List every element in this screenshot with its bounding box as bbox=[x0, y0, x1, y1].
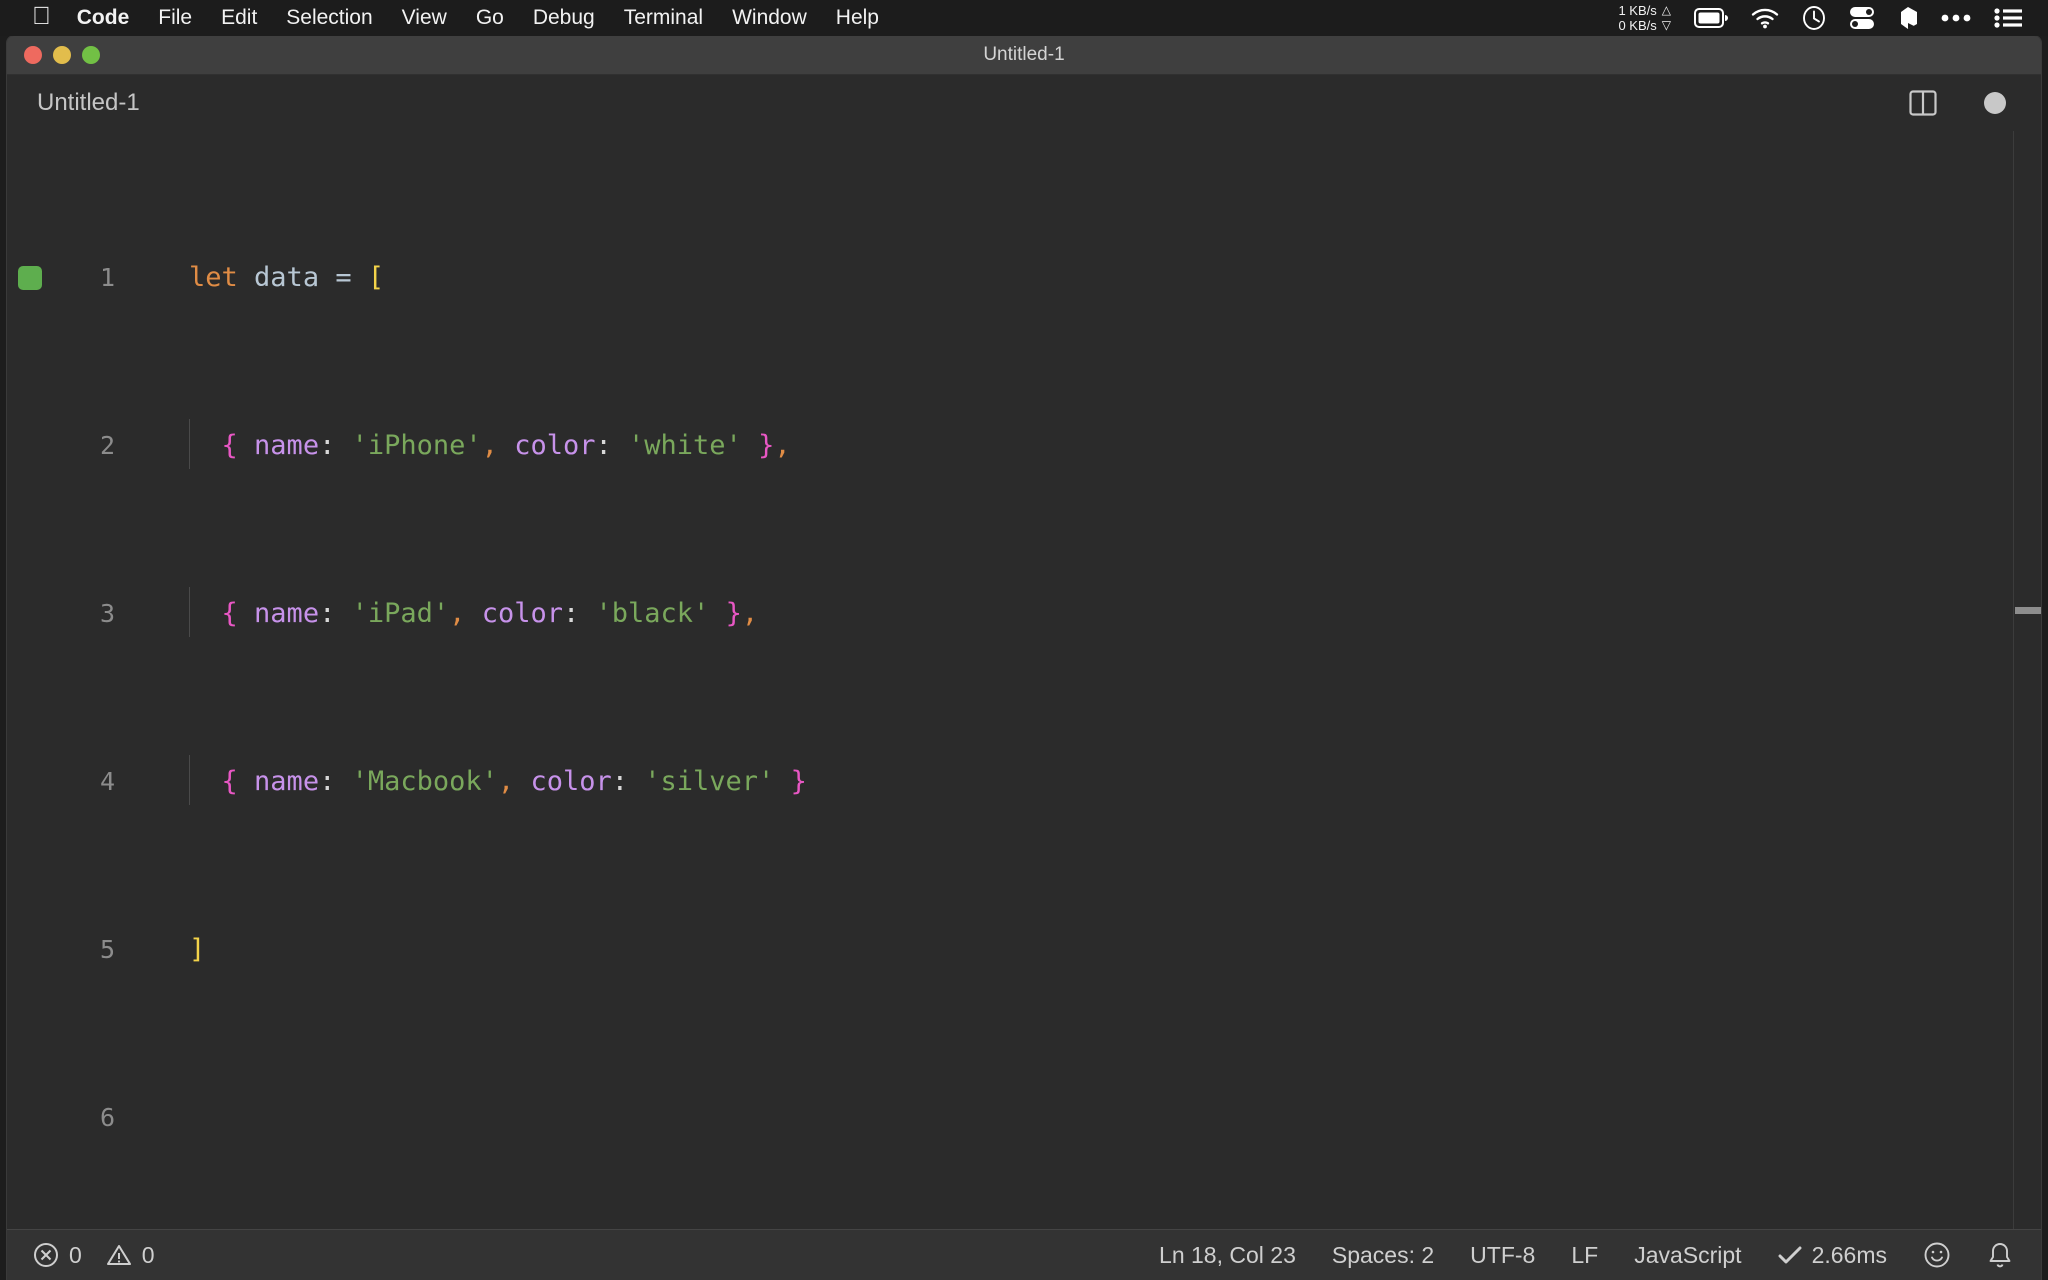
menu-item-edit[interactable]: Edit bbox=[221, 6, 257, 30]
apple-logo-icon[interactable]:  bbox=[32, 4, 51, 29]
overview-ruler-marker bbox=[2015, 607, 2041, 614]
code-line-4[interactable]: 4 { name: 'Macbook', color: 'silver' } bbox=[7, 761, 2041, 803]
menu-item-view[interactable]: View bbox=[402, 6, 447, 30]
bell-icon[interactable] bbox=[1987, 1241, 2013, 1269]
editor-overview-ruler[interactable] bbox=[2013, 131, 2041, 1229]
screen:  Code File Edit Selection View Go Debug… bbox=[0, 0, 2048, 1280]
line-number: 3 bbox=[7, 593, 137, 635]
editor-tab-label: Untitled-1 bbox=[37, 89, 140, 117]
editor-tab-untitled-1[interactable]: Untitled-1 bbox=[7, 75, 168, 131]
code-line-6[interactable]: 6 bbox=[7, 1097, 2041, 1139]
run-status[interactable]: 2.66ms bbox=[1778, 1242, 1887, 1269]
code-lines: 1 let data = [ 2 { name: 'iPhone', color… bbox=[7, 131, 2041, 1229]
split-editor-icon[interactable] bbox=[1908, 88, 1938, 118]
bartender-icon[interactable] bbox=[1898, 6, 1918, 30]
code-line-3[interactable]: 3 { name: 'iPad', color: 'black' }, bbox=[7, 593, 2041, 635]
checkmark-icon bbox=[1778, 1245, 1802, 1265]
code-line-1[interactable]: 1 let data = [ bbox=[7, 257, 2041, 299]
window-title: Untitled-1 bbox=[7, 44, 2041, 66]
line-number: 2 bbox=[7, 425, 137, 467]
vscode-window: Untitled-1 Untitled-1 bbox=[7, 36, 2041, 1280]
line-number: 5 bbox=[7, 929, 137, 971]
line-number: 4 bbox=[7, 761, 137, 803]
clock-icon[interactable] bbox=[1802, 6, 1826, 30]
line-content: { name: 'iPhone', color: 'white' }, bbox=[137, 425, 2041, 467]
code-editor[interactable]: 1 let data = [ 2 { name: 'iPhone', color… bbox=[7, 131, 2041, 1229]
line-content: ] bbox=[137, 929, 2041, 971]
download-arrow-icon: ▽ bbox=[1662, 18, 1671, 33]
upload-arrow-icon: △ bbox=[1662, 3, 1671, 18]
menu-item-go[interactable]: Go bbox=[476, 6, 504, 30]
menu-item-file[interactable]: File bbox=[158, 6, 192, 30]
list-icon[interactable] bbox=[1994, 8, 2022, 28]
problems-indicator[interactable]: 0 0 bbox=[33, 1242, 155, 1269]
menu-item-code[interactable]: Code bbox=[77, 6, 130, 30]
menu-item-selection[interactable]: Selection bbox=[286, 6, 372, 30]
network-speed-indicator[interactable]: 1 KB/s 0 KB/s △ ▽ bbox=[1618, 3, 1671, 33]
error-circle-icon bbox=[33, 1242, 59, 1268]
download-speed: 0 KB/s bbox=[1618, 18, 1656, 33]
unsaved-dot-icon[interactable] bbox=[1984, 92, 2006, 114]
battery-icon[interactable] bbox=[1694, 8, 1728, 28]
menu-item-debug[interactable]: Debug bbox=[533, 6, 595, 30]
ellipsis-icon[interactable] bbox=[1941, 13, 1971, 23]
language-mode[interactable]: JavaScript bbox=[1634, 1242, 1741, 1269]
code-line-2[interactable]: 2 { name: 'iPhone', color: 'white' }, bbox=[7, 425, 2041, 467]
wifi-icon[interactable] bbox=[1751, 7, 1779, 29]
editor-tab-bar: Untitled-1 bbox=[7, 75, 2041, 131]
menu-item-terminal[interactable]: Terminal bbox=[624, 6, 703, 30]
git-gutter-marker bbox=[18, 266, 42, 290]
menu-bar-status-area: 1 KB/s 0 KB/s △ ▽ bbox=[1595, 3, 2022, 33]
error-count: 0 bbox=[69, 1242, 82, 1269]
eol-setting[interactable]: LF bbox=[1571, 1242, 1598, 1269]
toggles-icon[interactable] bbox=[1849, 6, 1875, 30]
line-content: { name: 'Macbook', color: 'silver' } bbox=[137, 761, 2041, 803]
smiley-icon[interactable] bbox=[1923, 1241, 1951, 1269]
status-bar: 0 0 Ln 18, Col 23 Spaces: 2 UTF-8 bbox=[7, 1229, 2041, 1280]
cursor-position[interactable]: Ln 18, Col 23 bbox=[1159, 1242, 1296, 1269]
run-time-label: 2.66ms bbox=[1812, 1242, 1887, 1269]
warning-triangle-icon bbox=[106, 1243, 132, 1267]
macos-menu-bar:  Code File Edit Selection View Go Debug… bbox=[0, 0, 2048, 36]
line-number: 6 bbox=[7, 1097, 137, 1139]
menu-item-help[interactable]: Help bbox=[836, 6, 879, 30]
encoding-setting[interactable]: UTF-8 bbox=[1470, 1242, 1535, 1269]
line-content: let data = [ bbox=[137, 257, 2041, 299]
indentation-setting[interactable]: Spaces: 2 bbox=[1332, 1242, 1434, 1269]
window-title-bar: Untitled-1 bbox=[7, 36, 2041, 75]
line-content: { name: 'iPad', color: 'black' }, bbox=[137, 593, 2041, 635]
editor-actions bbox=[1862, 88, 2006, 118]
menu-item-window[interactable]: Window bbox=[732, 6, 807, 30]
upload-speed: 1 KB/s bbox=[1618, 3, 1656, 18]
code-line-5[interactable]: 5 ] bbox=[7, 929, 2041, 971]
line-content bbox=[137, 1097, 2041, 1139]
warning-count: 0 bbox=[142, 1242, 155, 1269]
